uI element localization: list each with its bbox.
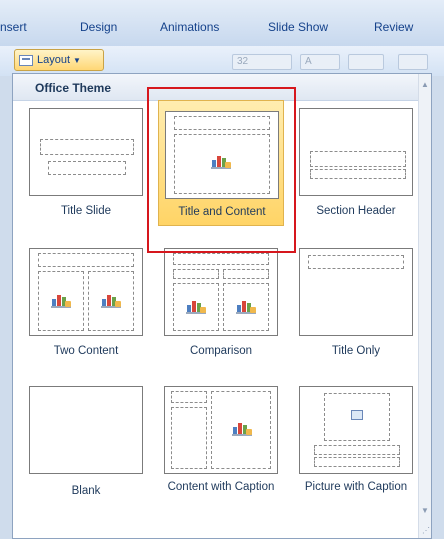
layout-thumbnail (29, 248, 143, 336)
layout-label: Comparison (190, 345, 252, 357)
caption-placeholder (171, 407, 207, 469)
layout-content-with-caption[interactable]: Content with Caption (158, 380, 284, 520)
tab-design[interactable]: Design (80, 20, 117, 34)
layout-title-slide[interactable]: Title Slide (23, 102, 149, 226)
clear-format-button[interactable] (348, 54, 384, 70)
scroll-up-icon[interactable]: ▲ (421, 80, 429, 89)
tab-review[interactable]: Review (374, 20, 413, 34)
ribbon-tab-bar: nsert Design Animations Slide Show Revie… (0, 0, 444, 46)
subtitle-placeholder (48, 161, 126, 175)
content-placeholder-icon (101, 294, 121, 308)
content-placeholder (211, 391, 271, 469)
content-placeholder-right (223, 283, 269, 331)
title-placeholder (314, 445, 400, 455)
content-placeholder-icon (51, 294, 71, 308)
layout-thumbnail (299, 108, 413, 196)
tab-animations[interactable]: Animations (160, 20, 219, 34)
font-size-field[interactable]: 32 (232, 54, 292, 70)
layout-thumbnail (164, 386, 278, 474)
heading-placeholder-right (223, 269, 269, 279)
layout-thumbnail (299, 248, 413, 336)
content-placeholder-left (38, 271, 84, 331)
layout-two-content[interactable]: Two Content (23, 242, 149, 366)
layout-blank[interactable]: Blank (23, 380, 149, 520)
content-placeholder-icon (186, 300, 206, 314)
layout-comparison[interactable]: Comparison (158, 242, 284, 366)
content-placeholder-icon (236, 300, 256, 314)
gallery-scrollbar[interactable]: ▲ ▼ ⋰ (418, 74, 431, 538)
layout-thumbnail (29, 386, 143, 474)
layout-thumbnail (164, 248, 278, 336)
ribbon-toolbar: Layout ▼ 32 A (0, 46, 444, 76)
title-placeholder (308, 255, 404, 269)
heading-placeholder-left (173, 269, 219, 279)
picture-placeholder-icon (351, 410, 363, 420)
layout-label: Picture with Caption (304, 481, 408, 493)
layout-button-label: Layout (37, 54, 71, 66)
gallery-section-title: Office Theme (35, 81, 112, 95)
layout-title-only[interactable]: Title Only (293, 242, 419, 366)
title-placeholder (310, 151, 406, 167)
layout-icon (19, 54, 33, 66)
content-placeholder-left (173, 283, 219, 331)
chevron-down-icon: ▼ (73, 55, 81, 65)
picture-placeholder (324, 393, 390, 441)
layout-section-header[interactable]: Section Header (293, 102, 419, 226)
layout-label: Two Content (53, 345, 119, 357)
annotation-highlight-box (147, 87, 296, 253)
layout-thumbnail (299, 386, 413, 474)
title-placeholder (173, 253, 269, 265)
title-placeholder (38, 253, 134, 267)
bullets-button[interactable] (398, 54, 428, 70)
font-grow-label: A (305, 56, 312, 67)
layout-thumbnail (29, 108, 143, 196)
layout-picture-with-caption[interactable]: Picture with Caption (293, 380, 419, 520)
content-placeholder-right (88, 271, 134, 331)
layout-button[interactable]: Layout ▼ (14, 49, 104, 71)
font-size-value: 32 (237, 56, 249, 67)
title-placeholder (40, 139, 134, 155)
layout-label: Content with Caption (167, 481, 275, 493)
tab-slide-show[interactable]: Slide Show (268, 20, 328, 34)
font-grow-button[interactable]: A (300, 54, 340, 70)
scroll-down-icon[interactable]: ▼ (421, 506, 429, 515)
content-placeholder-icon (232, 422, 252, 436)
layout-label: Title Only (331, 345, 381, 357)
text-placeholder (310, 169, 406, 179)
caption-placeholder (314, 457, 400, 467)
tab-insert[interactable]: nsert (0, 20, 27, 34)
title-placeholder (171, 391, 207, 403)
layout-label: Title Slide (60, 205, 112, 217)
resize-grip-icon[interactable]: ⋰ (422, 526, 430, 535)
layout-label: Section Header (316, 205, 396, 217)
layout-label: Blank (71, 485, 101, 497)
